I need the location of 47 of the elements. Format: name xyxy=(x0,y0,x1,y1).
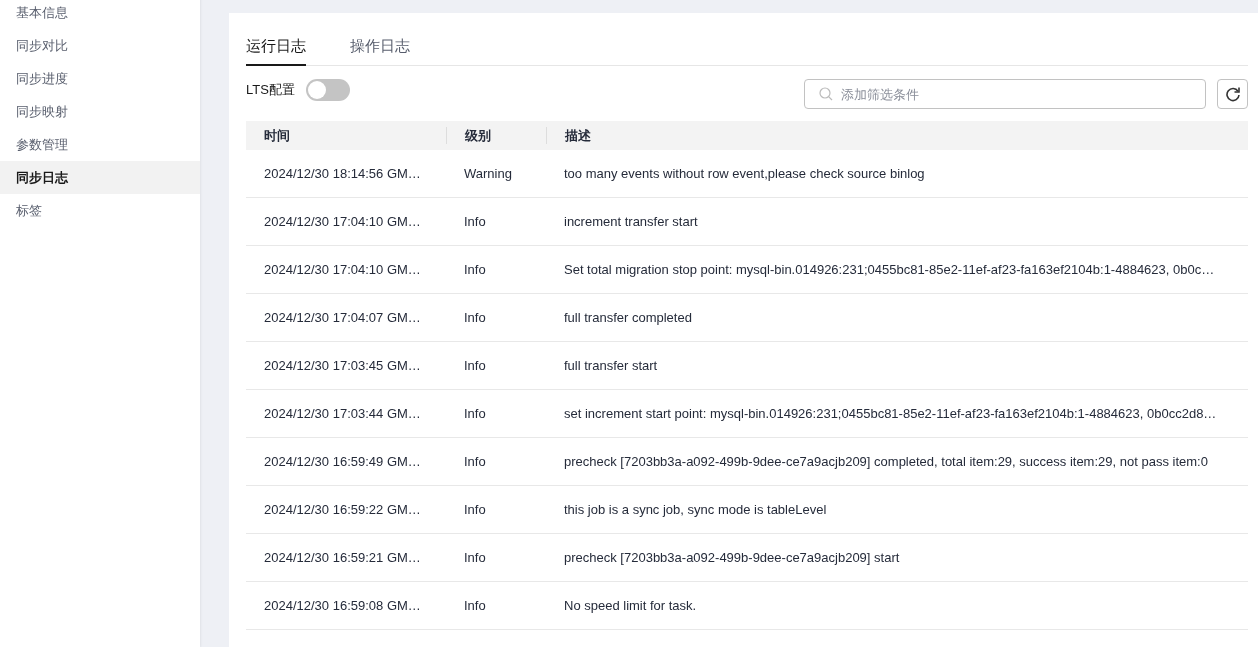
table-cell-text: Info xyxy=(463,358,487,373)
table-cell-text: Info xyxy=(463,214,487,229)
sidebar-item[interactable]: 同步映射 xyxy=(0,95,200,128)
column-header: 级别 xyxy=(446,127,546,144)
table-cell-text: 2024/12/30 16:59:49 GM… xyxy=(263,454,422,469)
tab[interactable]: 操作日志 xyxy=(350,37,410,66)
table-cell-text: precheck [7203bb3a-a092-499b-9dee-ce7a9acjb209] start xyxy=(563,550,901,565)
table-cell-text: 2024/12/30 17:03:45 GM… xyxy=(263,358,422,373)
sidebar-item[interactable]: 基本信息 xyxy=(0,0,200,29)
table-cell-text: 2024/12/30 17:04:07 GM… xyxy=(263,310,422,325)
refresh-button[interactable] xyxy=(1217,79,1248,109)
table-cell-text: full transfer completed xyxy=(563,310,693,325)
refresh-icon xyxy=(1224,86,1241,102)
table-cell-text: Info xyxy=(463,406,487,421)
sidebar-item[interactable]: 标签 xyxy=(0,194,200,227)
table-cell-text: Info xyxy=(463,310,487,325)
table-cell-text: Info xyxy=(463,550,487,565)
column-header: 时间 xyxy=(263,127,291,144)
table-cell-text: Set total migration stop point: mysql-bin.014926:231;0455bc81-85e2-11ef-af23-fa163ef2104b:1-4884623, 0b0c… xyxy=(563,262,1216,277)
toggle-switch[interactable] xyxy=(305,79,350,101)
table-cell-text: this job is a sync job, sync mode is tableLevel xyxy=(563,502,828,517)
table-cell-text: No speed limit for task. xyxy=(563,598,698,613)
search-field[interactable]: 添加筛选条件 xyxy=(804,79,1206,109)
table-cell-text: set increment start point: mysql-bin.014926:231;0455bc81-85e2-11ef-af23-fa163ef2104b:1-4884623, 0b0cc2d8… xyxy=(563,406,1218,421)
table-cell-text: precheck [7203bb3a-a092-499b-9dee-ce7a9acjb209] completed, total item:29, success item:29, not pass item:0 xyxy=(563,454,1209,469)
table-cell-text: 2024/12/30 16:59:22 GM… xyxy=(263,502,422,517)
table-cell-text: Warning xyxy=(463,166,513,181)
table-cell-text: 2024/12/30 16:59:08 GM… xyxy=(263,598,422,613)
table-cell-text: Info xyxy=(463,454,487,469)
table-cell-text: Info xyxy=(463,598,487,613)
table-cell-text: 2024/12/30 18:14:56 GM… xyxy=(263,166,422,181)
table-cell-text: too many events without row event,please check source binlog xyxy=(563,166,926,181)
table-cell-text: 2024/12/30 17:03:44 GM… xyxy=(263,406,422,421)
column-header: 描述 xyxy=(546,127,1248,144)
table-cell-text: 2024/12/30 17:04:10 GM… xyxy=(263,262,422,277)
table-cell-text: Info xyxy=(463,502,487,517)
table-cell-text: full transfer start xyxy=(563,358,659,373)
table-cell-text: 2024/12/30 16:59:21 GM… xyxy=(263,550,422,565)
sidebar-item[interactable]: 同步进度 xyxy=(0,62,200,95)
sidebar-item[interactable]: 参数管理 xyxy=(0,128,200,161)
sidebar-item[interactable]: 同步日志 xyxy=(0,161,200,194)
table-cell-text: increment transfer start xyxy=(563,214,699,229)
table-cell-text: Info xyxy=(463,262,487,277)
lts-label: LTS配置 xyxy=(246,81,295,99)
table-cell-text: 2024/12/30 17:04:10 GM… xyxy=(263,214,422,229)
tab[interactable]: 运行日志 xyxy=(246,37,306,66)
sidebar-item[interactable]: 同步对比 xyxy=(0,29,200,62)
